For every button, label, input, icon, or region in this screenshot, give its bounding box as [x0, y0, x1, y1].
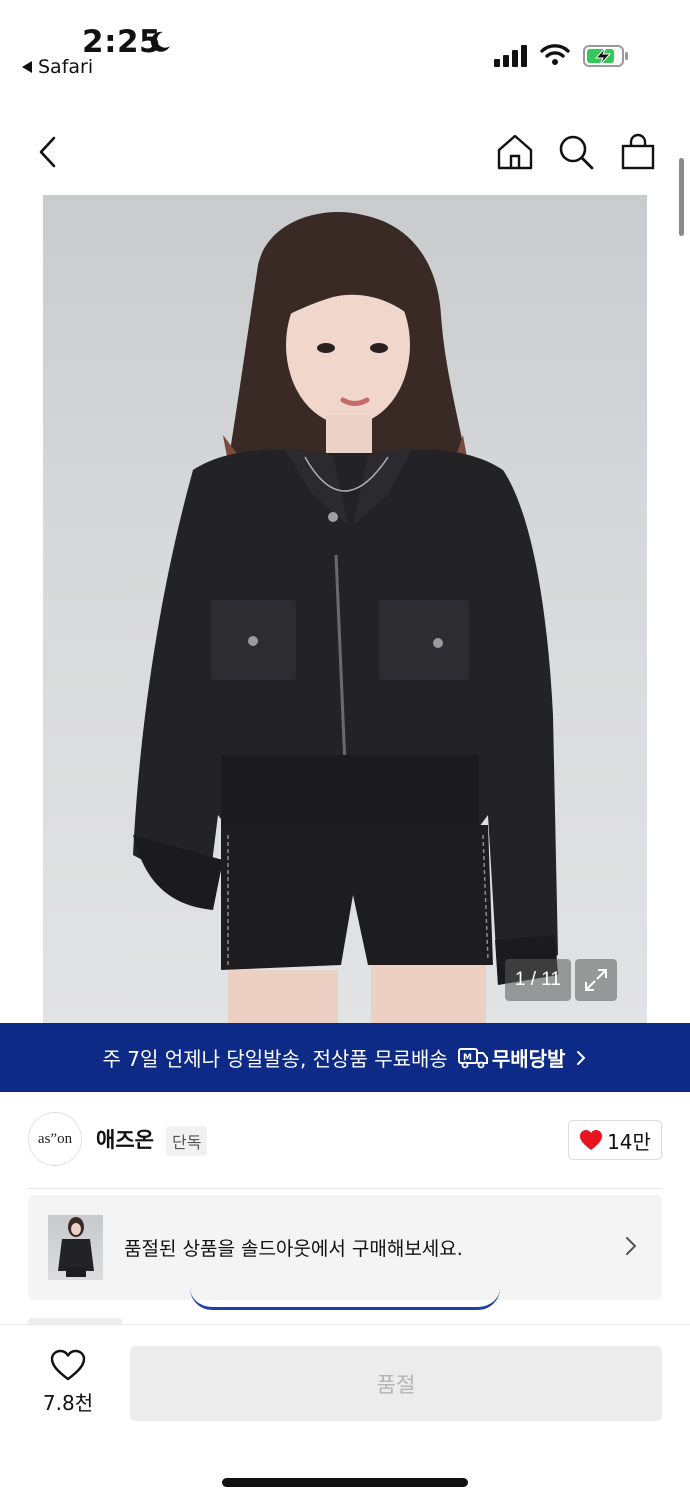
- expand-icon: [585, 969, 607, 991]
- divider: [28, 1188, 662, 1189]
- banner-tag-label: 무배당발: [491, 1047, 566, 1071]
- image-counter: 1 / 11: [504, 959, 571, 1001]
- heart-filled-icon: [580, 1130, 603, 1150]
- exclusive-badge: 단독: [166, 1126, 208, 1156]
- image-counter-group: 1 / 11: [504, 959, 617, 1001]
- brand-like-count: 14만: [607, 1129, 651, 1154]
- battery-charging-icon: [583, 45, 628, 67]
- brand-row: as”on 애즈온 단독 14만: [0, 1110, 690, 1170]
- expand-image-button[interactable]: [575, 959, 617, 1001]
- product-image[interactable]: 1 / 11: [43, 195, 647, 1025]
- bottom-action-bar: 7.8천 품절: [0, 1324, 690, 1500]
- scrollbar[interactable]: [679, 158, 684, 236]
- delivery-truck-icon: M: [457, 1047, 488, 1068]
- search-button[interactable]: [554, 130, 598, 174]
- chevron-left-icon: [39, 136, 56, 168]
- brand-name[interactable]: 애즈온: [96, 1124, 154, 1154]
- home-icon: [497, 134, 533, 170]
- soldout-thumbnail: [48, 1215, 103, 1280]
- back-button[interactable]: [26, 130, 70, 174]
- wishlist-count: 7.8천: [42, 1391, 94, 1415]
- wifi-icon: [540, 44, 570, 65]
- banner-tag: M 무배당발: [457, 1043, 566, 1072]
- moon-icon: [150, 31, 170, 52]
- cart-button[interactable]: [616, 130, 660, 174]
- back-to-app-button[interactable]: Safari: [22, 56, 93, 78]
- back-app-label: Safari: [38, 56, 94, 78]
- partial-button-outline: [190, 1288, 500, 1310]
- home-indicator[interactable]: [222, 1478, 468, 1487]
- status-bar: 2:25 Safari: [0, 0, 690, 95]
- heart-outline-icon: [50, 1349, 86, 1381]
- brand-logo[interactable]: as”on: [28, 1112, 82, 1166]
- chevron-right-icon: [577, 1050, 586, 1065]
- delivery-banner[interactable]: 주 7일 언제나 당일발송, 전상품 무료배송 M 무배당발: [0, 1023, 690, 1092]
- cellular-signal-icon: [494, 45, 527, 67]
- top-navigation: [0, 120, 690, 184]
- svg-text:M: M: [463, 1053, 472, 1063]
- soldout-promo-card[interactable]: 품절된 상품을 솔드아웃에서 구매해보세요.: [28, 1195, 662, 1300]
- soldout-button[interactable]: 품절: [130, 1346, 662, 1421]
- search-icon: [559, 135, 594, 170]
- shopping-bag-icon: [621, 133, 655, 170]
- model-photo: [133, 212, 558, 1025]
- home-button[interactable]: [493, 130, 537, 174]
- soldout-promo-text: 품절된 상품을 솔드아웃에서 구매해보세요.: [124, 1238, 463, 1260]
- chevron-right-icon: [626, 1237, 637, 1255]
- banner-text: 주 7일 언제나 당일발송, 전상품 무료배송: [102, 1047, 448, 1071]
- wishlist-button[interactable]: 7.8천: [30, 1349, 106, 1417]
- brand-like-button[interactable]: 14만: [568, 1120, 662, 1160]
- back-triangle-icon: [22, 61, 32, 73]
